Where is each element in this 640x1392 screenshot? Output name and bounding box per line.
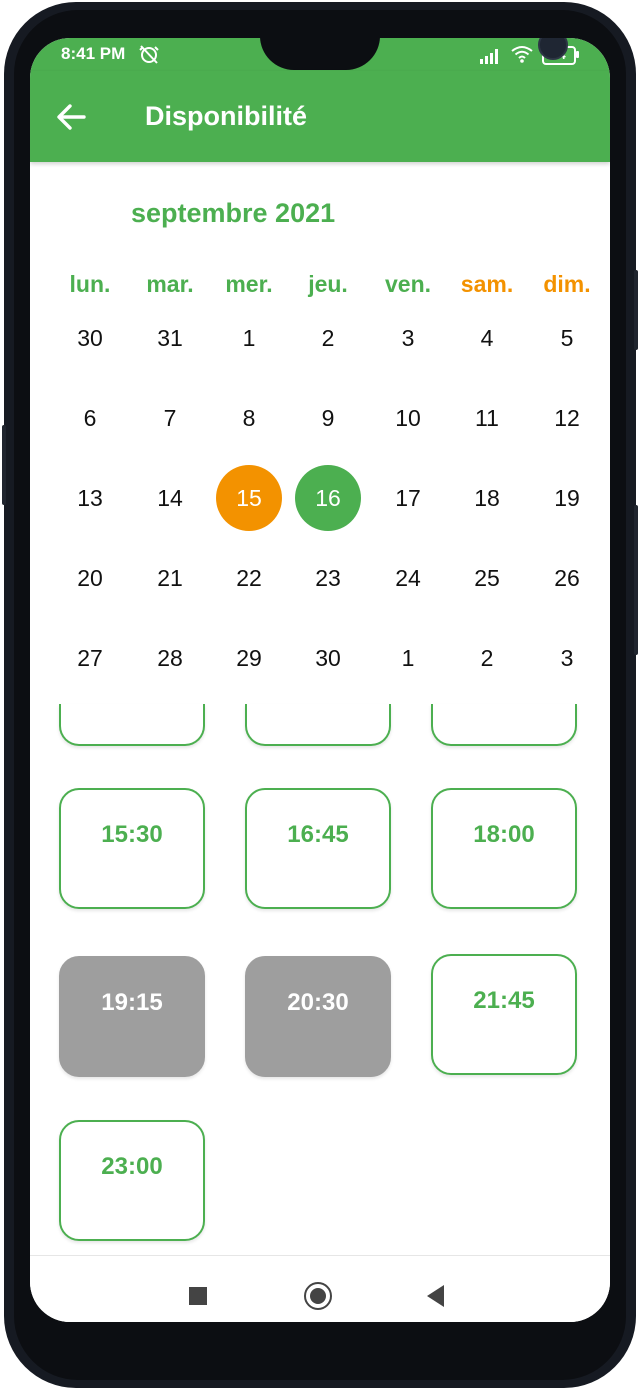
calendar-day[interactable]: 28 bbox=[137, 625, 203, 691]
weekday-label: jeu. bbox=[308, 271, 348, 297]
calendar-day[interactable]: 2 bbox=[295, 305, 361, 371]
recents-button[interactable] bbox=[189, 1287, 207, 1305]
page-title: Disponibilité bbox=[145, 101, 307, 131]
calendar-day[interactable]: 7 bbox=[137, 385, 203, 451]
time-slot-button[interactable]: 23:00 bbox=[59, 1120, 205, 1241]
calendar-day[interactable]: 10 bbox=[375, 385, 441, 451]
weekday-label: dim. bbox=[543, 271, 591, 297]
calendar-day[interactable]: 20 bbox=[57, 545, 123, 611]
calendar-day[interactable]: 30 bbox=[57, 305, 123, 371]
calendar-day[interactable]: 3 bbox=[534, 625, 600, 691]
camera-notch bbox=[260, 38, 568, 70]
volume-button bbox=[634, 505, 638, 655]
weekday-label: mar. bbox=[146, 271, 194, 297]
calendar-day[interactable]: 9 bbox=[295, 385, 361, 451]
calendar-day[interactable]: 2 bbox=[454, 625, 520, 691]
calendar-day[interactable]: 22 bbox=[216, 545, 282, 611]
alarm-off-icon bbox=[139, 45, 159, 64]
weekday-label: mer. bbox=[225, 271, 273, 297]
calendar-day[interactable]: 8 bbox=[216, 385, 282, 451]
calendar-day-today[interactable]: 15 bbox=[216, 465, 282, 531]
calendar-day[interactable]: 24 bbox=[375, 545, 441, 611]
calendar-day[interactable]: 5 bbox=[534, 305, 600, 371]
calendar-day[interactable]: 31 bbox=[137, 305, 203, 371]
home-button-dot bbox=[310, 1288, 326, 1304]
home-button[interactable] bbox=[304, 1282, 332, 1310]
signal-icon bbox=[480, 49, 498, 64]
calendar-day[interactable]: 14 bbox=[137, 465, 203, 531]
app-bar: Disponibilité bbox=[30, 71, 610, 162]
calendar-day[interactable]: 17 bbox=[375, 465, 441, 531]
calendar-day-selected[interactable]: 16 bbox=[295, 465, 361, 531]
time-slot-unavailable[interactable]: 20:30 bbox=[245, 956, 391, 1077]
calendar-day[interactable]: 29 bbox=[216, 625, 282, 691]
time-slot-clipped[interactable] bbox=[245, 704, 391, 746]
calendar-day[interactable]: 26 bbox=[534, 545, 600, 611]
calendar-day[interactable]: 19 bbox=[534, 465, 600, 531]
time-slot-button[interactable]: 21:45 bbox=[431, 954, 577, 1075]
calendar-day[interactable]: 23 bbox=[295, 545, 361, 611]
system-nav-bar bbox=[30, 1255, 610, 1322]
availability-content[interactable]: septembre 2021 lun. mar. mer. jeu. ven. sam. d… bbox=[30, 162, 610, 1255]
back-arrow-icon[interactable] bbox=[54, 97, 94, 137]
time-slot-button[interactable]: 15:30 bbox=[59, 788, 205, 909]
weekday-label: sam. bbox=[460, 271, 514, 297]
month-label: septembre 2021 bbox=[131, 198, 336, 228]
calendar-day[interactable]: 13 bbox=[57, 465, 123, 531]
side-button-left bbox=[2, 425, 6, 505]
calendar-day[interactable]: 1 bbox=[216, 305, 282, 371]
time-slot-button[interactable]: 16:45 bbox=[245, 788, 391, 909]
calendar-day[interactable]: 30 bbox=[295, 625, 361, 691]
calendar-day[interactable]: 6 bbox=[57, 385, 123, 451]
calendar-day[interactable]: 1 bbox=[375, 625, 441, 691]
calendar-day[interactable]: 25 bbox=[454, 545, 520, 611]
power-button bbox=[634, 270, 638, 350]
calendar-day[interactable]: 11 bbox=[454, 385, 520, 451]
calendar-day[interactable]: 21 bbox=[137, 545, 203, 611]
weekday-label: ven. bbox=[384, 271, 432, 297]
calendar-day[interactable]: 4 bbox=[454, 305, 520, 371]
calendar-day[interactable]: 18 bbox=[454, 465, 520, 531]
calendar-day[interactable]: 3 bbox=[375, 305, 441, 371]
time-slot-clipped[interactable] bbox=[59, 704, 205, 746]
calendar-day[interactable]: 27 bbox=[57, 625, 123, 691]
calendar-day[interactable]: 12 bbox=[534, 385, 600, 451]
wifi-icon bbox=[511, 46, 533, 63]
weekday-label: lun. bbox=[69, 271, 111, 297]
screen: 8:41 PM 24 Disponi bbox=[30, 38, 610, 1322]
time-slot-clipped[interactable] bbox=[431, 704, 577, 746]
status-time: 8:41 PM bbox=[61, 44, 126, 63]
back-triangle-icon[interactable] bbox=[427, 1285, 445, 1307]
time-slot-button[interactable]: 18:00 bbox=[431, 788, 577, 909]
battery-tip bbox=[576, 51, 579, 58]
time-slot-unavailable[interactable]: 19:15 bbox=[59, 956, 205, 1077]
